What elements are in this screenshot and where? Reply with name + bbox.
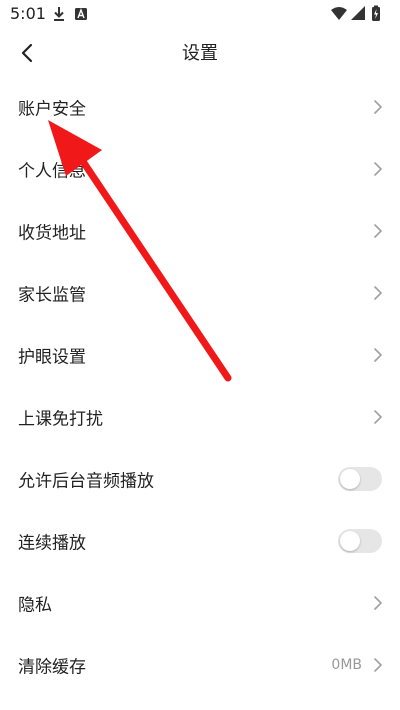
setting-label: 家长监管: [18, 285, 86, 306]
setting-privacy[interactable]: 隐私: [0, 572, 400, 634]
setting-personal-info[interactable]: 个人信息: [0, 138, 400, 200]
chevron-right-icon: [374, 410, 382, 424]
setting-label: 上课免打扰: [18, 409, 103, 430]
header-bar: 设置: [0, 28, 400, 76]
a-badge-icon: [75, 8, 87, 20]
setting-label: 收货地址: [18, 223, 86, 244]
settings-list: 账户安全 个人信息 收货地址 家长监管 护眼设置 上课免打扰 允许后台音频播放: [0, 76, 400, 696]
battery-charging-icon: [372, 5, 380, 21]
toggle-knob: [340, 531, 360, 551]
setting-shipping-address[interactable]: 收货地址: [0, 200, 400, 262]
setting-label: 连续播放: [18, 533, 86, 554]
setting-account-security[interactable]: 账户安全: [0, 76, 400, 138]
setting-label: 允许后台音频播放: [18, 471, 154, 492]
chevron-right-icon: [374, 658, 382, 672]
setting-label: 隐私: [18, 595, 52, 616]
chevron-right-icon: [374, 100, 382, 114]
system-status-icons: [331, 5, 380, 21]
toggle-knob: [340, 469, 360, 489]
setting-label: 护眼设置: [18, 347, 86, 368]
status-time: 5:01: [10, 4, 46, 23]
setting-label: 账户安全: [18, 99, 86, 120]
settings-screen: 5:01 设置 账户安全 个人信息 收货地址 家长监管 护眼设置 上课免打扰 允…: [0, 0, 400, 710]
download-icon: [54, 7, 64, 21]
setting-eye-protection[interactable]: 护眼设置: [0, 324, 400, 386]
setting-background-audio: 允许后台音频播放: [0, 448, 400, 510]
wifi-icon: [331, 7, 347, 20]
chevron-right-icon: [374, 224, 382, 238]
continuous-play-toggle[interactable]: [338, 529, 382, 553]
setting-label: 清除缓存: [18, 657, 86, 678]
setting-continuous-play: 连续播放: [0, 510, 400, 572]
setting-class-do-not-disturb[interactable]: 上课免打扰: [0, 386, 400, 448]
setting-label: 个人信息: [18, 161, 86, 182]
signal-icon: [351, 6, 365, 20]
page-title: 设置: [182, 43, 218, 64]
chevron-right-icon: [374, 596, 382, 610]
background-audio-toggle[interactable]: [338, 467, 382, 491]
status-bar: 5:01: [0, 0, 400, 28]
setting-clear-cache[interactable]: 清除缓存 0MB: [0, 634, 400, 696]
chevron-right-icon: [374, 162, 382, 176]
setting-parental-control[interactable]: 家长监管: [0, 262, 400, 324]
chevron-right-icon: [374, 348, 382, 362]
cache-size-value: 0MB: [331, 657, 362, 673]
status-right-icons: [330, 5, 392, 23]
chevron-right-icon: [374, 286, 382, 300]
